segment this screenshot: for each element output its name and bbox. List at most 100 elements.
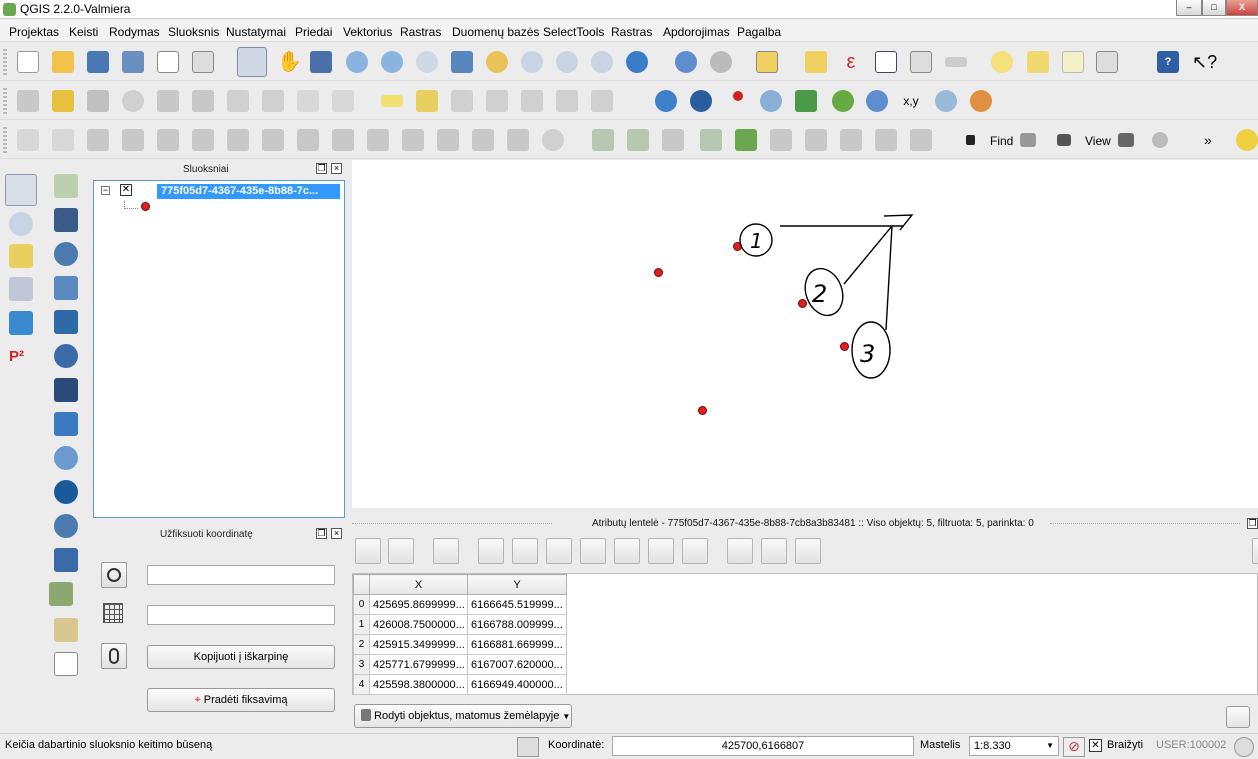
zoom-plugin-icon[interactable] (935, 90, 957, 112)
menu-apdorojimas[interactable]: Apdorojimas (663, 25, 730, 39)
offset-curve-icon[interactable] (332, 129, 354, 151)
add-vector-point-icon[interactable] (54, 514, 78, 538)
coord-float-button[interactable]: ❐ (316, 528, 327, 539)
save-as-icon[interactable] (122, 51, 144, 73)
measure-icon[interactable] (945, 57, 967, 67)
add-postgis-layer-icon[interactable] (54, 242, 78, 266)
row-number[interactable]: 3 (353, 654, 370, 675)
new-print-composer-icon[interactable] (157, 51, 179, 73)
delete-selected-icon[interactable] (227, 90, 249, 112)
new-project-icon[interactable] (17, 51, 39, 73)
minimize-button[interactable]: – (1176, 0, 1202, 16)
row-number[interactable]: 0 (353, 594, 370, 615)
run-action-icon[interactable] (710, 51, 732, 73)
whats-this-icon[interactable]: ↖? (1192, 51, 1217, 73)
add-delimited-text-icon[interactable] (54, 412, 78, 436)
deselect-icon[interactable] (805, 51, 827, 73)
lock-icon[interactable] (966, 135, 975, 145)
settings-icon[interactable] (1152, 132, 1168, 148)
plugin-icon[interactable] (1236, 129, 1258, 151)
cell-y[interactable]: 6166881.669999... (467, 634, 567, 655)
rotate-feature-icon[interactable] (542, 129, 564, 151)
track-mouse-button[interactable] (101, 643, 127, 669)
layer-name[interactable]: 775f05d7-4367-435e-8b88-7c... (157, 184, 340, 199)
close-button[interactable]: X (1226, 0, 1258, 16)
new-spatialite-icon[interactable] (735, 129, 757, 151)
map-canvas[interactable]: 1 2 3 (352, 160, 1258, 508)
cell-y[interactable]: 6166645.519999... (467, 594, 567, 615)
show-visible-features-dropdown[interactable]: Rodyti objektus, matomus žemėlapyje ▼ (354, 704, 572, 728)
pin-labels-icon[interactable] (451, 90, 473, 112)
menu-sluoksnis[interactable]: Sluoksnis (168, 25, 219, 39)
add-raster-layer-icon[interactable] (627, 129, 649, 151)
cell-y[interactable]: 6166788.009999... (467, 614, 567, 635)
pan-to-selection-icon[interactable] (310, 51, 332, 73)
grass-icon[interactable] (832, 90, 854, 112)
add-gps-icon[interactable] (54, 548, 78, 572)
delete-part-icon[interactable] (262, 129, 284, 151)
menu-projektas[interactable]: Projektas (9, 25, 59, 39)
row-number[interactable]: 1 (353, 614, 370, 635)
delete-column-icon[interactable] (727, 538, 753, 564)
zoom-next-icon[interactable] (591, 51, 613, 73)
move-selection-top-icon[interactable] (546, 538, 572, 564)
table-row[interactable]: 3 425771.6799999... 6167007.620000... (353, 654, 567, 675)
redo-icon[interactable] (52, 129, 74, 151)
geocode-icon[interactable] (760, 90, 782, 112)
add-oracle-layer-icon[interactable] (54, 344, 78, 368)
add-wms-icon[interactable] (770, 129, 792, 151)
add-mssql-layer-icon[interactable] (54, 310, 78, 334)
new-layer-menu-icon[interactable] (49, 582, 73, 606)
zoom-to-selection-icon[interactable] (486, 51, 508, 73)
undo-icon[interactable] (17, 129, 39, 151)
zoom-full-icon[interactable] (451, 51, 473, 73)
paste-features-icon[interactable] (332, 90, 354, 112)
zoom-actual-size-icon[interactable] (416, 51, 438, 73)
menu-selecttools[interactable]: SelectTools (543, 25, 604, 39)
label-highlight-icon[interactable] (416, 90, 438, 112)
delete-selected-features-icon[interactable] (433, 538, 459, 564)
add-part-icon[interactable] (157, 129, 179, 151)
node-edit-icon[interactable] (9, 212, 33, 236)
zoom-in-icon[interactable] (346, 51, 368, 73)
cell-y[interactable]: 6166949.400000... (467, 674, 567, 695)
statistics-icon[interactable] (910, 51, 932, 73)
save-layer-edits-icon[interactable] (87, 90, 109, 112)
fill-ring-icon[interactable] (192, 129, 214, 151)
unselect-all-icon[interactable] (512, 538, 538, 564)
add-vector-layer-icon[interactable] (592, 129, 614, 151)
move-feature-icon[interactable] (157, 90, 179, 112)
coord-field-1[interactable] (147, 565, 335, 585)
new-shapefile-icon[interactable] (700, 129, 722, 151)
node-tool-icon[interactable] (192, 90, 214, 112)
layer-visibility-checkbox[interactable]: ✕ (120, 184, 132, 196)
coordinate-toggle-icon[interactable] (517, 737, 539, 757)
add-ring-icon[interactable] (122, 129, 144, 151)
identify-plugin-icon[interactable] (866, 90, 888, 112)
globe-icon[interactable] (655, 90, 677, 112)
menu-keisti[interactable]: Keisti (69, 25, 98, 39)
crs-selector-button[interactable] (101, 562, 127, 588)
remove-layer-icon[interactable] (54, 652, 78, 676)
layer-tree-icon[interactable] (54, 618, 78, 642)
zoom-map-to-selection-icon[interactable] (648, 538, 674, 564)
cell-x[interactable]: 425695.8699999... (369, 594, 468, 615)
georef-raster-icon[interactable] (9, 311, 33, 335)
add-vector-icon[interactable] (54, 174, 78, 198)
table-view-toggle-button[interactable] (1226, 706, 1250, 728)
snapping-icon[interactable] (9, 244, 33, 268)
view-icon[interactable] (1118, 133, 1134, 147)
column-header-y[interactable]: Y (467, 574, 567, 595)
reshape-icon[interactable] (297, 129, 319, 151)
pan-hand-icon[interactable]: ✋ (277, 51, 302, 73)
new-bookmark-icon[interactable] (1027, 51, 1049, 73)
save-project-icon[interactable] (87, 51, 109, 73)
new-column-icon[interactable] (761, 538, 787, 564)
collapse-icon[interactable]: − (101, 186, 110, 195)
table-row[interactable]: 2 425915.3499999... 6166881.669999... (353, 634, 567, 655)
zoom-out-icon[interactable] (381, 51, 403, 73)
rotation-icon[interactable]: ⊘ (1063, 737, 1085, 757)
rotate-point-icon[interactable] (507, 129, 529, 151)
cell-x[interactable]: 426008.7500000... (369, 614, 468, 635)
composer-manager-icon[interactable] (192, 51, 214, 73)
